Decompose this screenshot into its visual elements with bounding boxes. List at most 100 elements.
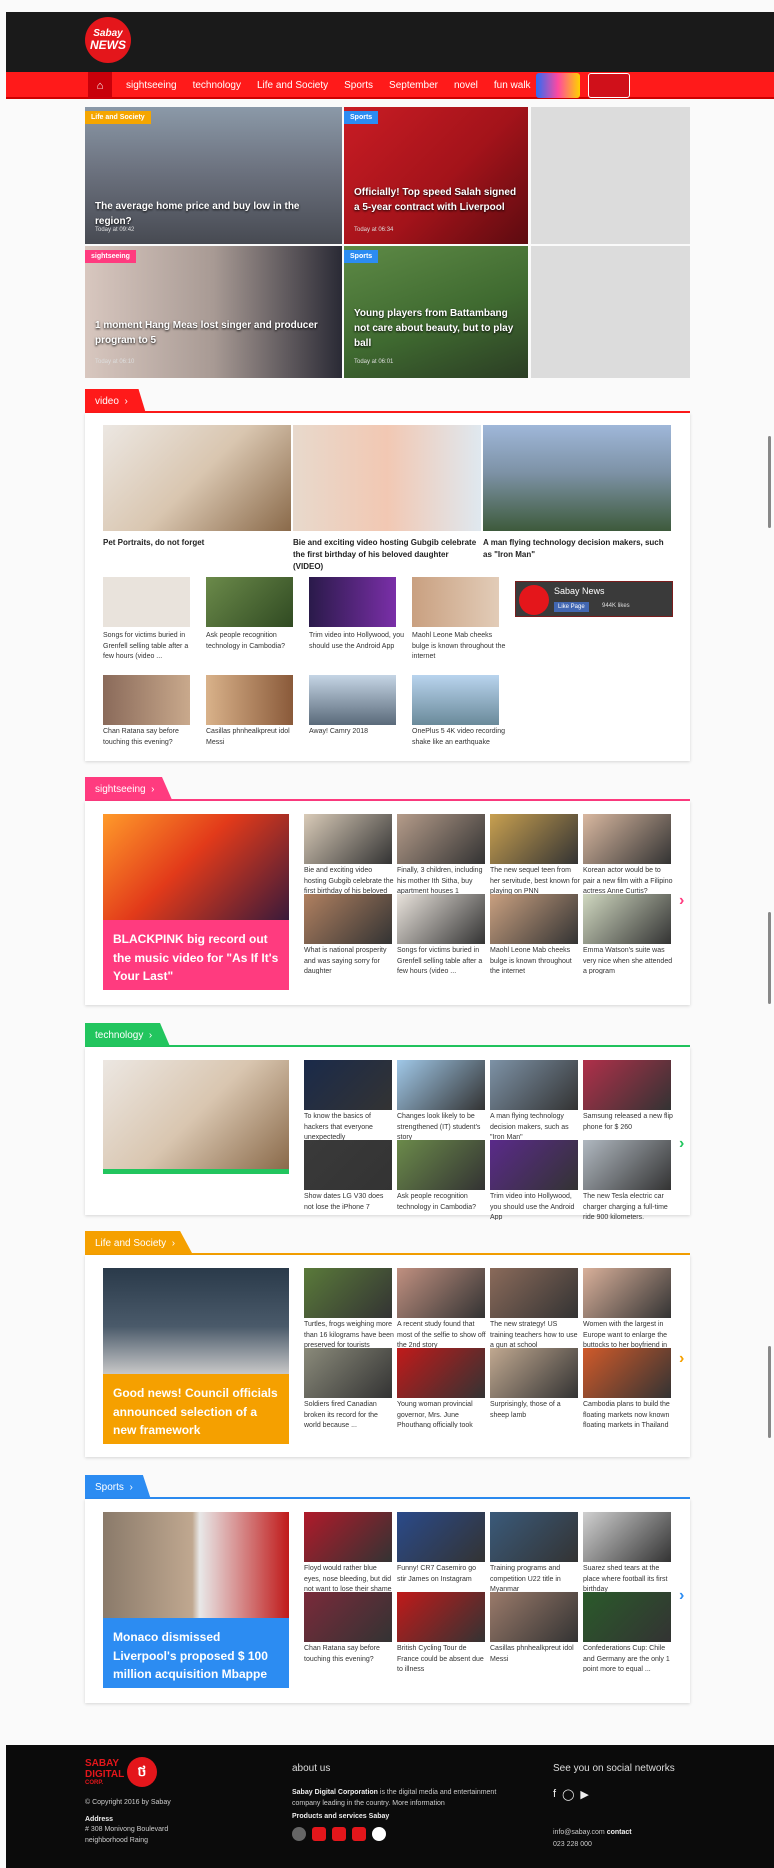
- promo-banner-2[interactable]: [588, 73, 630, 98]
- sports-item-caption[interactable]: British Cycling Tour de France could be …: [397, 1644, 487, 1672]
- technology-item-caption[interactable]: To know the basics of hackers that every…: [304, 1112, 394, 1140]
- video-thumb[interactable]: [206, 577, 293, 627]
- scrollbar-thumb[interactable]: [768, 1346, 771, 1438]
- life-item-image[interactable]: [490, 1268, 578, 1318]
- sightseeing-feature-image[interactable]: [103, 814, 289, 920]
- sports-item-caption[interactable]: Chan Ratana say before touching this eve…: [304, 1644, 394, 1672]
- sightseeing-feature-title[interactable]: BLACKPINK big record out the music video…: [103, 920, 289, 990]
- video-item-caption[interactable]: Casillas phnhealkpreut idol Messi: [206, 727, 302, 759]
- next-arrow-icon[interactable]: ›: [679, 892, 684, 910]
- video-thumb[interactable]: [103, 675, 190, 725]
- life-item-image[interactable]: [490, 1348, 578, 1398]
- technology-item-caption[interactable]: Samsung released a new flip phone for $ …: [583, 1112, 673, 1140]
- sightseeing-item-image[interactable]: [490, 814, 578, 864]
- nav-item-september[interactable]: September: [381, 80, 446, 91]
- video-item-caption[interactable]: Chan Ratana say before touching this eve…: [103, 727, 199, 759]
- sightseeing-item-image[interactable]: [397, 894, 485, 944]
- sports-item-caption[interactable]: Training programs and competition U22 ti…: [490, 1564, 580, 1592]
- facebook-like-button[interactable]: Like Page: [554, 602, 589, 612]
- sightseeing-item-caption[interactable]: The new sequel teen from her servitude, …: [490, 866, 580, 894]
- sports-item-image[interactable]: [397, 1512, 485, 1562]
- technology-feature-image[interactable]: [103, 1060, 289, 1174]
- technology-item-image[interactable]: [490, 1060, 578, 1110]
- life-feature-title[interactable]: Good news! Council officials announced s…: [103, 1374, 289, 1444]
- hero-tile-3[interactable]: sightseeing 1 moment Hang Meas lost sing…: [85, 246, 342, 378]
- sports-item-image[interactable]: [304, 1592, 392, 1642]
- technology-item-image[interactable]: [304, 1140, 392, 1190]
- sports-item-image[interactable]: [397, 1592, 485, 1642]
- sightseeing-item-image[interactable]: [583, 894, 671, 944]
- section-tab-video[interactable]: video ›: [85, 389, 146, 413]
- sports-item-caption[interactable]: Floyd would rather blue eyes, nose bleed…: [304, 1564, 394, 1592]
- section-tab-sightseeing[interactable]: sightseeing ›: [85, 777, 173, 801]
- sports-feature-image[interactable]: [103, 1512, 289, 1618]
- life-item-image[interactable]: [397, 1268, 485, 1318]
- product-icon[interactable]: [292, 1827, 306, 1841]
- instagram-icon[interactable]: ◯: [562, 1788, 574, 1801]
- sightseeing-item-caption[interactable]: Emma Watson's suite was very nice when s…: [583, 946, 673, 974]
- promo-banner-1[interactable]: [536, 73, 580, 98]
- technology-item-caption[interactable]: A man flying technology decision makers,…: [490, 1112, 580, 1140]
- life-item-image[interactable]: [583, 1348, 671, 1398]
- technology-item-image[interactable]: [304, 1060, 392, 1110]
- life-item-caption[interactable]: Surprisingly, those of a sheep lamb: [490, 1400, 580, 1428]
- sports-feature-title[interactable]: Monaco dismissed Liverpool's proposed $ …: [103, 1618, 289, 1688]
- facebook-icon[interactable]: f: [553, 1788, 556, 1801]
- video-main-1-image[interactable]: [103, 425, 291, 531]
- life-item-image[interactable]: [304, 1268, 392, 1318]
- sightseeing-item-image[interactable]: [490, 894, 578, 944]
- product-icon[interactable]: [332, 1827, 346, 1841]
- life-item-image[interactable]: [397, 1348, 485, 1398]
- nav-item-life-and-society[interactable]: Life and Society: [249, 80, 336, 91]
- next-arrow-icon[interactable]: ›: [679, 1135, 684, 1153]
- product-icon[interactable]: [372, 1827, 386, 1841]
- video-main-2-image[interactable]: [293, 425, 481, 531]
- next-arrow-icon[interactable]: ›: [679, 1350, 684, 1368]
- technology-item-image[interactable]: [490, 1140, 578, 1190]
- nav-item-sightseeing[interactable]: sightseeing: [118, 80, 185, 91]
- site-logo[interactable]: Sabay NEWS: [85, 17, 131, 63]
- life-item-image[interactable]: [304, 1348, 392, 1398]
- sports-item-image[interactable]: [583, 1592, 671, 1642]
- footer-logo[interactable]: SABAY DIGITAL CORP.: [85, 1758, 124, 1786]
- product-icon[interactable]: [312, 1827, 326, 1841]
- section-tab-sports[interactable]: Sports ›: [85, 1475, 151, 1499]
- facebook-page-widget[interactable]: Sabay News Like Page 944K likes: [515, 581, 673, 617]
- sports-item-caption[interactable]: Casillas phnhealkpreut idol Messi: [490, 1644, 580, 1672]
- sports-item-caption[interactable]: Confederations Cup: Chile and Germany ar…: [583, 1644, 673, 1672]
- life-item-image[interactable]: [583, 1268, 671, 1318]
- life-item-caption[interactable]: The new strategy! US training teachers h…: [490, 1320, 580, 1348]
- nav-item-novel[interactable]: novel: [446, 80, 486, 91]
- technology-item-caption[interactable]: Changes look likely to be strengthened (…: [397, 1112, 487, 1140]
- section-tab-technology[interactable]: technology ›: [85, 1023, 171, 1047]
- product-icon[interactable]: [352, 1827, 366, 1841]
- sports-item-image[interactable]: [304, 1512, 392, 1562]
- life-item-caption[interactable]: Young woman provincial governor, Mrs. Ju…: [397, 1400, 487, 1428]
- sightseeing-item-image[interactable]: [397, 814, 485, 864]
- section-tab-life-and-society[interactable]: Life and Society ›: [85, 1231, 194, 1255]
- video-main-1-title[interactable]: Pet Portraits, do not forget: [103, 537, 287, 549]
- sightseeing-item-caption[interactable]: Bie and exciting video hosting Gubgib ce…: [304, 866, 394, 894]
- contact-link[interactable]: contact: [607, 1829, 632, 1836]
- sports-item-image[interactable]: [583, 1512, 671, 1562]
- hero-tile-1[interactable]: Life and Society The average home price …: [85, 107, 342, 244]
- scrollbar-thumb[interactable]: [768, 436, 771, 528]
- nav-item-technology[interactable]: technology: [185, 80, 249, 91]
- technology-item-image[interactable]: [583, 1060, 671, 1110]
- technology-item-image[interactable]: [397, 1060, 485, 1110]
- sports-item-caption[interactable]: Suarez shed tears at the place where foo…: [583, 1564, 673, 1592]
- hero-tile-4[interactable]: Sports Young players from Battambang not…: [344, 246, 528, 378]
- technology-item-caption[interactable]: Trim video into Hollywood, you should us…: [490, 1192, 580, 1220]
- sports-item-image[interactable]: [490, 1512, 578, 1562]
- video-thumb[interactable]: [412, 577, 499, 627]
- video-item-caption[interactable]: OnePlus 5 4K video recording shake like …: [412, 727, 508, 759]
- sightseeing-item-caption[interactable]: Finally, 3 children, including his mothe…: [397, 866, 487, 894]
- life-feature-image[interactable]: [103, 1268, 289, 1374]
- sports-item-caption[interactable]: Funny! CR7 Casemiro go stir James on Ins…: [397, 1564, 487, 1592]
- sightseeing-item-caption[interactable]: Maohl Leone Mab cheeks bulge is known th…: [490, 946, 580, 974]
- sightseeing-item-caption[interactable]: What is national prosperity and was sayi…: [304, 946, 394, 974]
- youtube-icon[interactable]: ▶: [580, 1788, 588, 1801]
- scrollbar-thumb[interactable]: [768, 912, 771, 1004]
- technology-item-image[interactable]: [397, 1140, 485, 1190]
- technology-item-image[interactable]: [583, 1140, 671, 1190]
